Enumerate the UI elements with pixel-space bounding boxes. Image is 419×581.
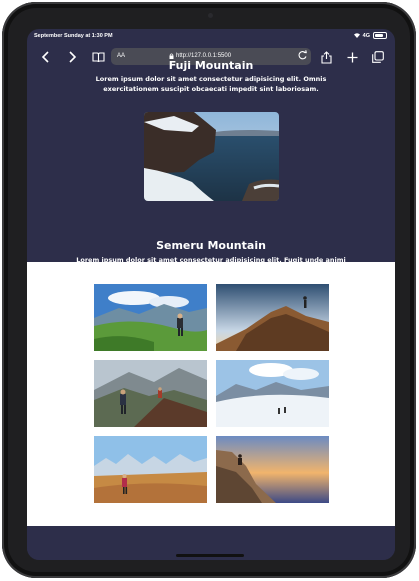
status-indicators: 4G (353, 32, 387, 39)
home-indicator[interactable] (176, 554, 244, 557)
status-time: September Sunday at 1:30 PM (34, 33, 113, 39)
gallery-photo-hikers-ridge (94, 360, 207, 427)
card-title-fuji: Fuji Mountain (168, 59, 254, 72)
photo-coastal-cliff (144, 112, 279, 201)
gallery-photo-hiker-valley (94, 436, 207, 503)
gallery-photo-hiker-meadow (94, 284, 207, 351)
front-camera (208, 13, 213, 18)
card-title-semeru: Semeru Mountain (156, 239, 266, 252)
tablet-frame: September Sunday at 1:30 PM 4G AA http:/… (2, 2, 416, 578)
gallery-photo-cliff-sunrise (216, 436, 329, 503)
mountain-cards-section: Fuji Mountain Lorem ipsum dolor sit amet… (27, 59, 395, 274)
gallery-photo-summit-sunset (216, 284, 329, 351)
network-label: 4G (362, 32, 370, 39)
battery-icon (373, 32, 387, 39)
card-description-fuji: Lorem ipsum dolor sit amet consectetur a… (95, 75, 327, 93)
gallery-photo-snow-skiers (216, 360, 329, 427)
wifi-icon (353, 33, 360, 38)
photo-gallery (27, 262, 395, 526)
status-bar: September Sunday at 1:30 PM 4G (27, 29, 395, 45)
screen: September Sunday at 1:30 PM 4G AA http:/… (27, 29, 395, 560)
